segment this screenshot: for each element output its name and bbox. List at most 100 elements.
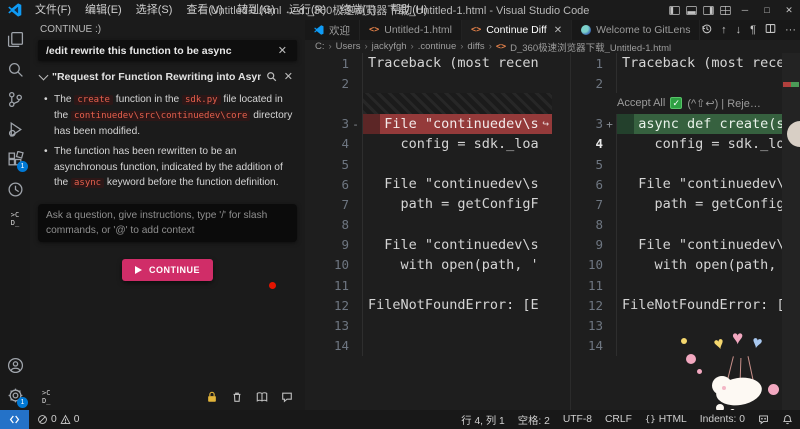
code-line[interactable]: 11 [269,275,570,296]
breadcrumb-item[interactable]: jackyfgh [372,41,407,52]
edit-prompt-card[interactable]: /edit rewrite this function to be async … [38,40,297,61]
accept-reject-codelens[interactable]: Accept All ✓ (^⇧↩) | Reje… [571,97,761,110]
tab-Continue Diff[interactable]: <> Continue Diff ✕ [461,20,573,40]
line-number[interactable]: 14 [571,338,603,353]
extensions-icon[interactable]: 1 [0,144,30,174]
code-line[interactable]: 12 FileNotFoundError: [E [571,295,800,316]
menu-item-7[interactable]: 帮助(H) [383,0,434,20]
menu-item-6[interactable]: 终端(T) [333,0,383,20]
lock-icon[interactable] [206,391,218,403]
menu-item-3[interactable]: 查看(V) [179,0,230,20]
line-number[interactable]: 6 [305,177,349,192]
code-text[interactable]: Traceback (most recen [616,53,793,74]
code-text[interactable]: with open(path, ' [616,254,793,276]
comment-icon[interactable] [281,391,293,403]
code-line[interactable]: 3 + async def create(se [571,113,800,134]
line-number[interactable]: 1 [305,56,349,71]
problems-indicator[interactable]: 0 0 [37,414,79,425]
source-control-icon[interactable] [0,84,30,114]
timeline-history-icon[interactable] [701,23,712,37]
toggle-sidebar-icon[interactable] [666,0,683,20]
status-segment-空格: 2[interactable]: 空格: 2 [518,412,550,427]
line-number[interactable]: 11 [571,278,603,293]
breadcrumb-item[interactable]: .continue [418,41,457,52]
code-text[interactable]: FileNotFoundError: [E [616,295,793,316]
code-line[interactable]: 6 File "continuedev\s [305,174,570,195]
code-line[interactable]: 8 [571,214,800,235]
code-line[interactable]: 9 File "continuedev\s [571,234,800,255]
line-number[interactable]: 13 [305,318,349,333]
split-editor-icon[interactable] [765,23,776,37]
continue-icon[interactable]: >C D_ [0,204,30,234]
previous-change-icon[interactable]: ↑ [721,24,727,36]
close-section-icon[interactable]: ✕ [282,70,295,83]
line-number[interactable]: 11 [269,278,349,293]
tab-欢迎[interactable]: 欢迎 [305,20,360,40]
code-text[interactable] [362,214,552,235]
whitespace-icon[interactable]: ¶ [750,24,756,36]
code-text[interactable] [362,275,552,296]
line-number[interactable]: 6 [571,177,603,192]
code-text[interactable]: FileNotFoundError: [E [362,295,552,316]
status-segment-HTML[interactable]: {} HTML [645,412,687,427]
code-line[interactable]: 10 with open(path, ' [305,254,570,276]
line-number[interactable]: 7 [305,197,349,212]
code-line[interactable]: 10 with open(path, ' [571,254,800,276]
code-text[interactable]: config = sdk._loa [616,133,793,154]
code-text[interactable] [362,153,552,175]
code-line[interactable]: 2 [571,73,800,94]
settings-gear-icon[interactable]: 1 [0,380,30,410]
customize-layout-icon[interactable] [717,0,734,20]
search-icon[interactable] [0,54,30,84]
menu-item-2[interactable]: 选择(S) [129,0,180,20]
status-segment-UTF-8[interactable]: UTF-8 [563,412,592,427]
code-text[interactable]: config = sdk._loa [362,133,552,154]
code-line[interactable]: 8 [305,214,570,235]
code-line[interactable]: 14 [305,335,570,356]
code-line[interactable] [305,93,570,114]
line-number[interactable]: 2 [305,76,349,91]
tab-Untitled-1.html[interactable]: <> Untitled-1.html [360,20,462,40]
line-number[interactable]: 7 [571,197,603,212]
code-text[interactable] [616,315,793,336]
line-number[interactable]: 10 [571,257,603,272]
breakpoint-icon[interactable] [269,281,276,289]
code-text[interactable] [362,315,552,336]
account-icon[interactable] [0,350,30,380]
code-line[interactable]: 7 path = getConfigF [305,194,570,215]
close-tab-icon[interactable]: ✕ [554,25,562,36]
code-line[interactable]: 3- File "continuedev\s ↪ [305,113,570,134]
code-text[interactable] [616,275,793,296]
code-text[interactable]: path = getConfigF [616,194,793,215]
code-line[interactable]: 11 [571,275,800,296]
code-text[interactable] [616,214,793,235]
code-text[interactable] [362,73,552,94]
line-number[interactable]: 3 [571,116,603,131]
maximize-button[interactable]: □ [756,0,778,20]
menu-item-5[interactable]: 运行(R) [282,0,333,20]
code-text[interactable] [616,335,793,356]
line-number[interactable]: 12 [571,298,603,313]
code-text[interactable]: File "continuedev\s [616,174,793,195]
breadcrumb-item[interactable]: Users [336,41,361,52]
revert-arrow-icon[interactable]: ↪ [542,114,549,134]
code-text[interactable]: File "continuedev\s [616,234,793,255]
code-text[interactable]: with open(path, ' [362,254,552,276]
code-text[interactable]: File "continuedev\s [362,174,552,195]
remote-indicator[interactable] [0,410,29,429]
magnifier-icon[interactable] [266,71,277,82]
line-number[interactable]: 14 [305,338,349,353]
continue-button[interactable]: CONTINUE [122,259,213,282]
code-line[interactable]: 14 [571,335,800,356]
toggle-secondary-sidebar-icon[interactable] [700,0,717,20]
code-line[interactable]: 13 [305,315,570,336]
code-text[interactable] [362,335,552,356]
chat-input[interactable]: Ask a question, give instructions, type … [38,204,297,243]
code-line[interactable]: 7 path = getConfigF [571,194,800,215]
line-number[interactable]: 12 [305,298,349,313]
code-text[interactable]: File "continuedev\s [362,234,552,255]
history-clock-icon[interactable] [0,174,30,204]
code-text[interactable] [616,153,793,175]
code-text[interactable]: path = getConfigF [362,194,552,215]
line-number[interactable]: 3 [305,116,349,131]
